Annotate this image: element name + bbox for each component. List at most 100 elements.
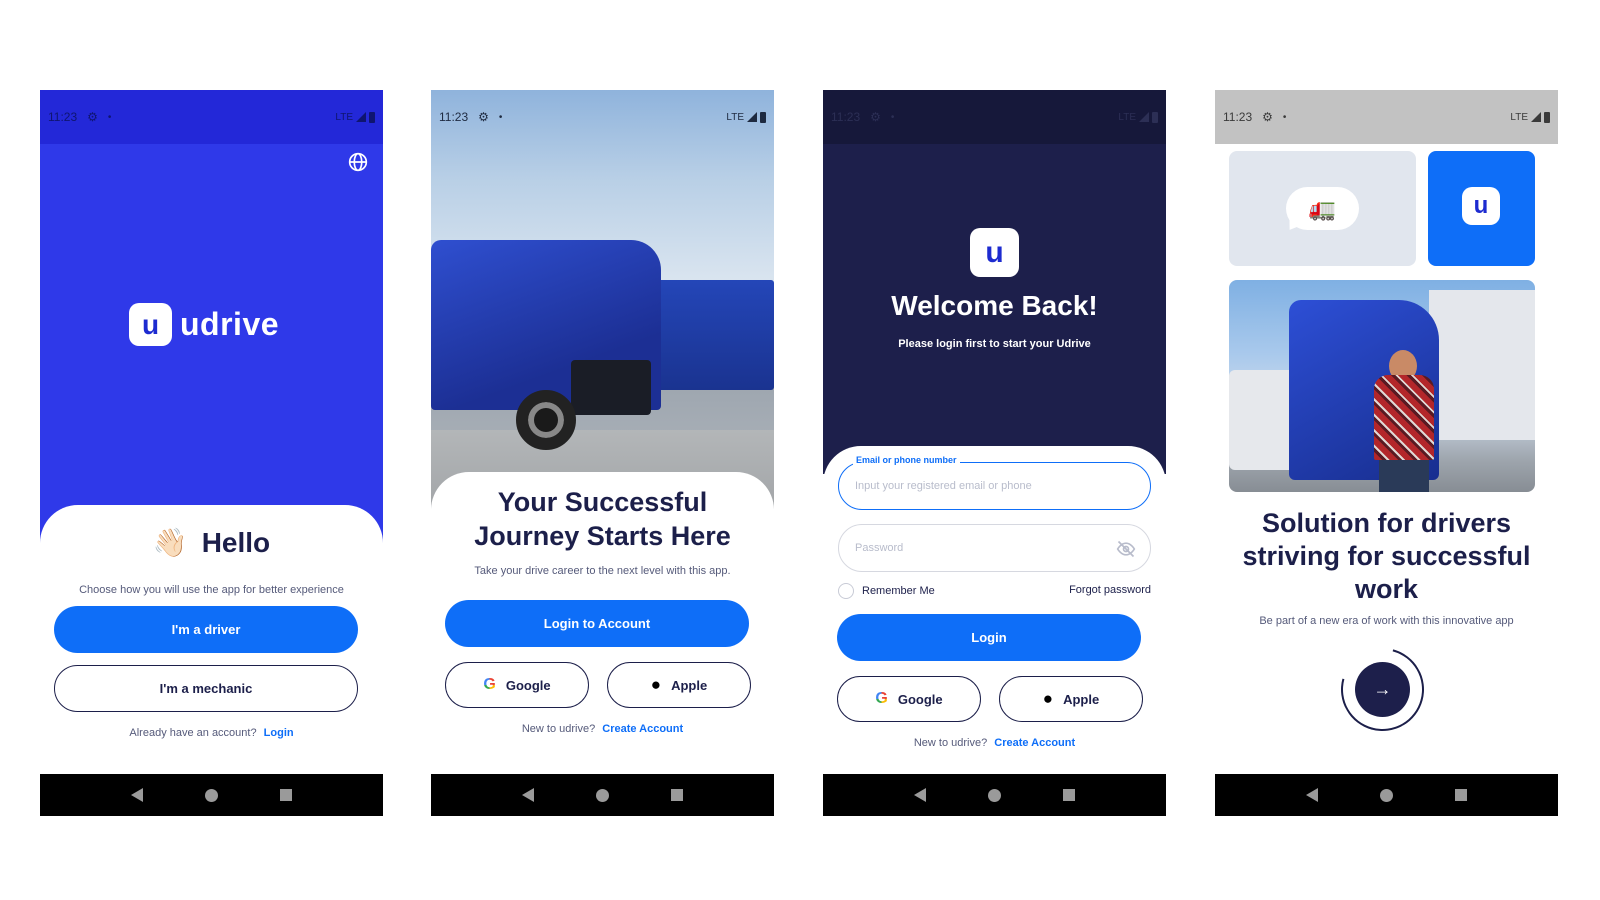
- page-subtitle: Be part of a new era of work with this i…: [1259, 615, 1514, 627]
- apple-icon: ●: [650, 675, 662, 694]
- brand-name: udrive: [180, 306, 280, 342]
- network-label: LTE: [335, 111, 353, 123]
- remember-me-checkbox[interactable]: [838, 583, 854, 599]
- logo-icon: u: [1462, 187, 1500, 225]
- settings-icon: ⚙: [478, 110, 489, 124]
- google-button-label: Google: [897, 691, 943, 707]
- battery-icon: [1152, 111, 1158, 123]
- truck-wheel-shape: [516, 390, 576, 450]
- apple-button-label: Apple: [671, 677, 708, 693]
- status-bar: 11:23 ⚙ • LTE: [1215, 90, 1558, 144]
- signup-prompt: New to udrive? Create Account: [431, 723, 774, 735]
- google-icon: G: [875, 690, 888, 707]
- logo-letter: u: [141, 308, 160, 340]
- driver-legs-shape: [1379, 460, 1429, 492]
- login-to-account-button[interactable]: Login to Account: [445, 600, 749, 647]
- home-icon[interactable]: [1380, 788, 1393, 802]
- apple-icon: ●: [1042, 689, 1054, 708]
- page-title: Welcome Back!: [891, 290, 1098, 321]
- mechanic-button[interactable]: I'm a mechanic: [54, 665, 358, 712]
- status-time: 11:23: [48, 110, 78, 124]
- android-nav-bar: [823, 774, 1166, 816]
- chat-card: 🚛: [1229, 151, 1416, 266]
- trailer-shape: [1429, 290, 1535, 440]
- driver-button[interactable]: I'm a driver: [54, 606, 358, 653]
- page-title: Solution for drivers striving for succes…: [1242, 508, 1531, 604]
- remember-me-label: Remember Me: [862, 585, 935, 597]
- apple-button[interactable]: ● Apple: [607, 662, 751, 708]
- login-button[interactable]: Login: [837, 614, 1141, 661]
- home-icon[interactable]: [205, 788, 218, 802]
- waving-hand-icon: 👋🏻: [152, 527, 188, 558]
- globe-icon[interactable]: [348, 152, 368, 172]
- notification-dot-icon: •: [1282, 111, 1287, 123]
- password-field[interactable]: Password: [838, 524, 1151, 572]
- home-icon[interactable]: [596, 788, 609, 802]
- android-nav-bar: [40, 774, 383, 816]
- battery-icon: [1544, 111, 1550, 123]
- screen-login: 11:23 ⚙ • LTE u Welcome Back! Please log…: [823, 90, 1166, 816]
- apple-button[interactable]: ● Apple: [999, 676, 1143, 722]
- page-subtitle: Please login first to start your Udrive: [898, 338, 1091, 350]
- network-label: LTE: [726, 111, 744, 123]
- google-icon: G: [483, 676, 496, 693]
- login-prompt: Already have an account? Login: [40, 727, 383, 739]
- signal-icon: [356, 112, 366, 122]
- truck-grille-shape: [571, 360, 651, 415]
- status-time: 11:23: [831, 110, 861, 124]
- page-subtitle: Take your drive career to the next level…: [474, 565, 731, 577]
- greeting-subtitle: Choose how you will use the app for bett…: [79, 584, 344, 596]
- brand-logo: u udrive: [129, 303, 279, 346]
- screen-onboarding-solution: 11:23 ⚙ • LTE 🚛 u Solution for drivers s…: [1215, 90, 1558, 816]
- back-icon[interactable]: [1306, 788, 1318, 802]
- logo-icon: u: [970, 228, 1019, 277]
- greeting-heading: 👋🏻 Hello: [40, 526, 383, 559]
- back-icon[interactable]: [522, 788, 534, 802]
- logo-card: u: [1428, 151, 1535, 266]
- email-field-label: Email or phone number: [853, 455, 960, 465]
- logo-letter: u: [1473, 192, 1489, 219]
- forgot-password-link[interactable]: Forgot password: [1069, 584, 1151, 596]
- logo-icon: u: [129, 303, 172, 346]
- email-field[interactable]: Email or phone number Input your registe…: [838, 455, 1151, 510]
- recent-apps-icon[interactable]: [280, 789, 292, 801]
- status-time: 11:23: [439, 110, 469, 124]
- settings-icon: ⚙: [87, 110, 98, 124]
- signal-icon: [1139, 112, 1149, 122]
- login-link[interactable]: Login: [264, 727, 294, 739]
- apple-button-label: Apple: [1063, 691, 1100, 707]
- driver-photo: [1229, 280, 1535, 492]
- next-button[interactable]: →: [1355, 662, 1410, 717]
- recent-apps-icon[interactable]: [671, 789, 683, 801]
- status-bar: 11:23 ⚙ • LTE: [40, 90, 383, 144]
- google-button[interactable]: G Google: [837, 676, 981, 722]
- truck-photo: [431, 90, 774, 530]
- home-icon[interactable]: [988, 788, 1001, 802]
- page-title: Your Successful Journey Starts Here: [474, 487, 731, 551]
- truck-icon: 🚛: [1308, 195, 1337, 221]
- back-icon[interactable]: [914, 788, 926, 802]
- screen-onboarding-journey: 11:23 ⚙ • LTE Your Successful Journey St…: [431, 90, 774, 816]
- back-icon[interactable]: [131, 788, 143, 802]
- settings-icon: ⚙: [1262, 110, 1273, 124]
- status-indicators: LTE: [726, 111, 766, 123]
- recent-apps-icon[interactable]: [1455, 789, 1467, 801]
- google-button[interactable]: G Google: [445, 662, 589, 708]
- chat-bubble: 🚛: [1286, 187, 1359, 230]
- status-bar: 11:23 ⚙ • LTE: [823, 90, 1166, 144]
- network-label: LTE: [1118, 111, 1136, 123]
- signal-icon: [747, 112, 757, 122]
- recent-apps-icon[interactable]: [1063, 789, 1075, 801]
- greeting-text: Hello: [201, 527, 271, 558]
- create-account-link[interactable]: Create Account: [994, 737, 1075, 749]
- eye-off-icon[interactable]: [1116, 539, 1136, 559]
- status-indicators: LTE: [335, 111, 375, 123]
- screen-role-select: 11:23 ⚙ • LTE u udrive 👋🏻 Hello Choose ho…: [40, 90, 383, 816]
- create-account-link[interactable]: Create Account: [602, 723, 683, 735]
- login-prompt-text: Already have an account?: [129, 727, 257, 739]
- remember-me[interactable]: Remember Me: [838, 583, 935, 599]
- google-button-label: Google: [505, 677, 551, 693]
- status-time: 11:23: [1223, 110, 1253, 124]
- android-nav-bar: [431, 774, 774, 816]
- battery-icon: [760, 111, 766, 123]
